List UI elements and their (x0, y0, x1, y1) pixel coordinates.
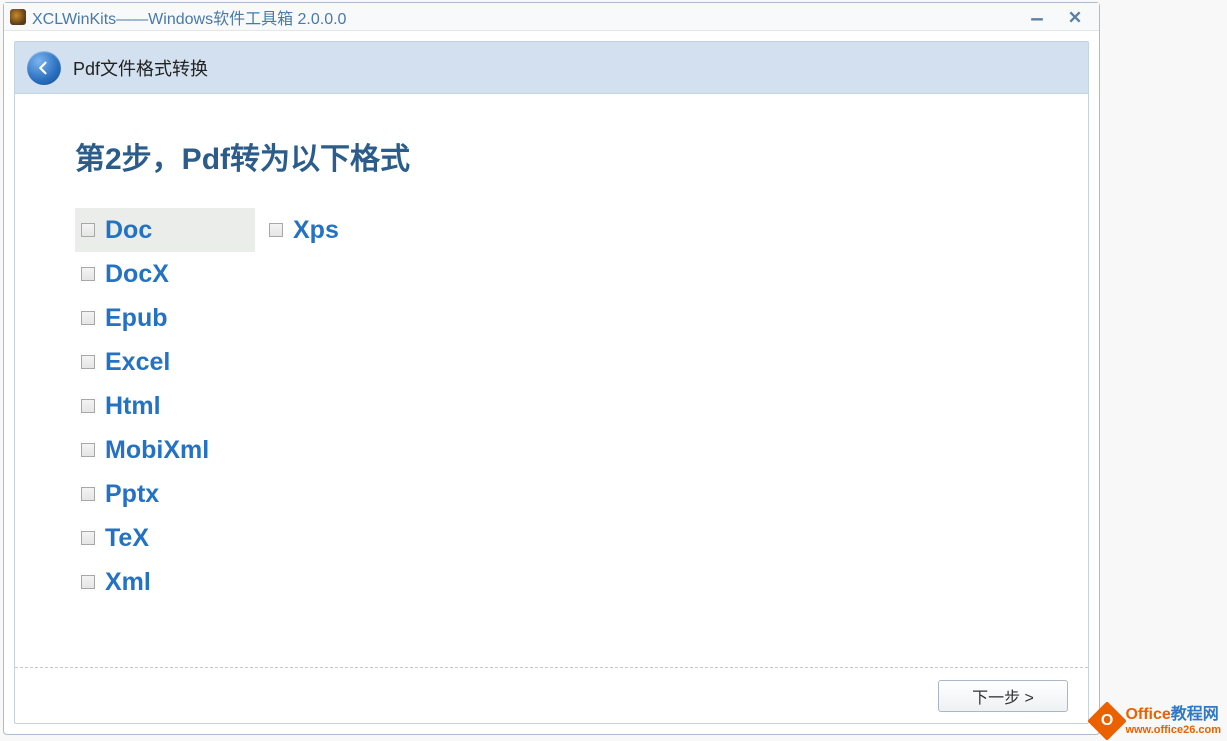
format-option-pptx[interactable]: Pptx (75, 472, 255, 516)
format-label: Xml (105, 568, 151, 597)
panel-body: 第2步，Pdf转为以下格式 Doc DocX Epub (15, 94, 1088, 667)
app-window: XCLWinKits——Windows软件工具箱 2.0.0.0 Pdf文件格式… (3, 2, 1100, 735)
watermark-logo-icon: O (1088, 701, 1128, 741)
checkbox-icon[interactable] (81, 223, 95, 237)
app-icon (10, 9, 26, 25)
checkbox-icon[interactable] (81, 531, 95, 545)
checkbox-icon[interactable] (81, 487, 95, 501)
format-label: Xps (293, 216, 339, 245)
format-label: Html (105, 392, 161, 421)
content-outer: Pdf文件格式转换 第2步，Pdf转为以下格式 Doc DocX (4, 31, 1099, 734)
format-label: Doc (105, 216, 152, 245)
format-option-docx[interactable]: DocX (75, 252, 255, 296)
format-option-xps[interactable]: Xps (263, 208, 443, 252)
close-icon (1068, 10, 1082, 24)
step-title: 第2步，Pdf转为以下格式 (75, 134, 1028, 178)
format-option-mobixml[interactable]: MobiXml (75, 428, 255, 472)
checkbox-icon[interactable] (269, 223, 283, 237)
checkbox-icon[interactable] (81, 443, 95, 457)
format-option-tex[interactable]: TeX (75, 516, 255, 560)
format-option-doc[interactable]: Doc (75, 208, 255, 252)
checkbox-icon[interactable] (81, 355, 95, 369)
format-label: Epub (105, 304, 168, 333)
format-option-excel[interactable]: Excel (75, 340, 255, 384)
watermark-text: Office教程网 www.office26.com (1125, 706, 1221, 736)
window-title: XCLWinKits——Windows软件工具箱 2.0.0.0 (32, 5, 1027, 29)
format-option-xml[interactable]: Xml (75, 560, 255, 604)
minimize-button[interactable] (1027, 9, 1047, 25)
back-arrow-icon (35, 59, 53, 77)
format-option-epub[interactable]: Epub (75, 296, 255, 340)
format-grid: Doc DocX Epub Excel (75, 208, 1028, 604)
format-label: MobiXml (105, 436, 209, 465)
minimize-icon (1030, 10, 1044, 24)
format-label: TeX (105, 524, 149, 553)
checkbox-icon[interactable] (81, 311, 95, 325)
close-button[interactable] (1065, 9, 1085, 25)
format-column-2: Xps (263, 208, 443, 604)
back-button[interactable] (27, 51, 61, 85)
watermark-brand: Office教程网 (1125, 706, 1221, 724)
window-controls (1027, 9, 1093, 25)
format-column-1: Doc DocX Epub Excel (75, 208, 255, 604)
panel-header: Pdf文件格式转换 (15, 42, 1088, 94)
format-option-html[interactable]: Html (75, 384, 255, 428)
wizard-panel: Pdf文件格式转换 第2步，Pdf转为以下格式 Doc DocX (14, 41, 1089, 724)
format-label: DocX (105, 260, 169, 289)
checkbox-icon[interactable] (81, 267, 95, 281)
watermark-url: www.office26.com (1125, 724, 1221, 736)
checkbox-icon[interactable] (81, 575, 95, 589)
next-button[interactable]: 下一步 > (938, 680, 1068, 712)
panel-footer: 下一步 > (15, 667, 1088, 723)
watermark: O Office教程网 www.office26.com (1093, 706, 1227, 736)
format-label: Pptx (105, 480, 159, 509)
format-label: Excel (105, 348, 170, 377)
panel-header-title: Pdf文件格式转换 (73, 55, 208, 81)
checkbox-icon[interactable] (81, 399, 95, 413)
titlebar[interactable]: XCLWinKits——Windows软件工具箱 2.0.0.0 (4, 3, 1099, 31)
